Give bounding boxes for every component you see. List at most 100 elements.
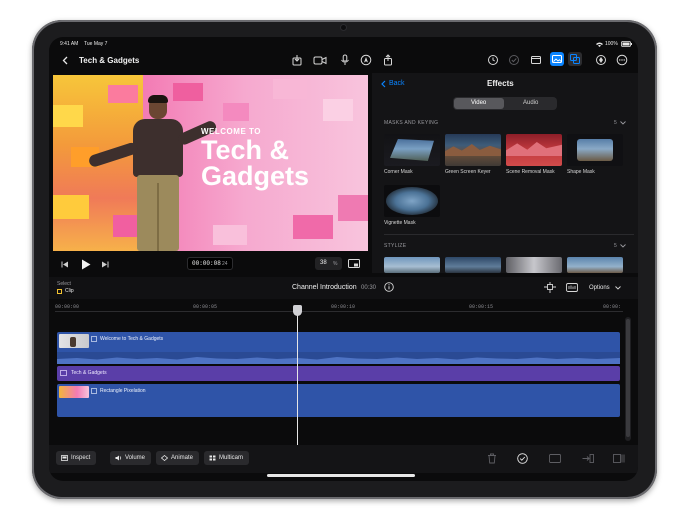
effect-clip-track[interactable]: Rectangle Pixelation [57, 384, 620, 417]
ruler-label: 00:00: [603, 304, 622, 310]
select-value[interactable]: Clip [65, 288, 74, 294]
clip-select-icon[interactable] [57, 289, 62, 294]
playhead[interactable] [297, 312, 298, 446]
section-chevron-icon[interactable] [620, 244, 626, 248]
zoom-control[interactable]: 38 % [315, 257, 342, 270]
inspect-icon [61, 455, 68, 461]
ruler-label: 00:00:05 [193, 304, 218, 310]
effects-browser: Back Effects Video Audio MASKS AND KEYIN… [372, 73, 638, 273]
effect-label-corner-mask: Corner Mask [384, 169, 413, 175]
animate-icon [161, 455, 168, 461]
clip-icon [91, 336, 97, 342]
video-clip-track[interactable]: Welcome to Tech & Gadgets [57, 332, 620, 364]
title-clip-track[interactable]: Tech & Gadgets [57, 366, 620, 381]
options-button[interactable]: Options [589, 285, 610, 291]
animate-label: Animate [171, 455, 194, 461]
effects-back-button[interactable]: Back [389, 80, 405, 87]
timecode-display: 00:00:08 24 [187, 257, 233, 270]
history-icon[interactable] [487, 54, 499, 66]
effects-browser-button[interactable] [568, 52, 582, 66]
audio-lanes-icon[interactable] [566, 282, 578, 293]
overlay-title-line2: Gadgets [201, 161, 310, 191]
import-icon[interactable] [291, 54, 303, 66]
effect-thumb-stylize-2[interactable] [445, 257, 501, 273]
play-icon[interactable] [81, 259, 91, 270]
status-date: Tue May 7 [84, 41, 108, 47]
microphone-icon[interactable] [339, 54, 351, 66]
effect-label-vignette-mask: Vignette Mask [384, 220, 416, 226]
battery-icon [621, 41, 632, 47]
multicam-icon [209, 455, 216, 461]
volume-button[interactable]: Volume [110, 451, 151, 465]
done-checkmark-icon[interactable] [517, 453, 528, 464]
trim-end-icon[interactable] [613, 454, 625, 463]
tab-audio[interactable]: Audio [523, 100, 538, 106]
select-label: Select [57, 281, 71, 287]
navigate-icon[interactable] [360, 54, 372, 66]
ruler-label: 00:00:10 [331, 304, 356, 310]
audio-waveform [57, 352, 620, 364]
skip-forward-icon[interactable] [101, 261, 109, 268]
effect-thumb-scene-removal-mask[interactable] [506, 134, 562, 166]
tab-video[interactable]: Video [471, 100, 486, 106]
title-clip-label: Tech & Gadgets [71, 370, 107, 376]
photos-browser-button[interactable] [550, 52, 564, 66]
section-count-stylize: 5 [614, 243, 617, 249]
share-icon[interactable] [382, 54, 394, 66]
effect-thumb-vignette-mask[interactable] [384, 185, 440, 217]
effect-thumb-stylize-4[interactable] [567, 257, 623, 273]
inspect-label: Inspect [71, 455, 91, 461]
volume-label: Volume [125, 455, 146, 461]
animate-button[interactable]: Animate [156, 451, 199, 465]
overlay-title-line1: Tech & [201, 135, 290, 165]
camera-icon[interactable] [313, 54, 327, 66]
effects-segmented-control: Video Audio [453, 97, 557, 110]
playhead-handle[interactable] [293, 305, 302, 316]
screen: 9:41 AM Tue May 7 100% Tech & Gadgets WE… [49, 37, 638, 481]
project-duration: 00:30 [361, 285, 377, 291]
section-title-stylize: STYLIZE [384, 243, 407, 249]
effect-thumb-shape-mask[interactable] [567, 134, 623, 166]
effects-title: Effects [487, 79, 514, 88]
section-count-masks: 5 [614, 120, 617, 126]
timecode-frame: 24 [222, 261, 228, 267]
effects-back-chevron-icon[interactable] [381, 80, 386, 88]
skip-back-icon[interactable] [61, 261, 69, 268]
battery-percent: 100% [605, 41, 618, 47]
options-chevron-icon[interactable] [615, 286, 621, 290]
effect-label-scene-removal-mask: Scene Removal Mask [506, 169, 555, 175]
section-chevron-icon[interactable] [620, 121, 626, 125]
effect-thumb-stylize-3[interactable] [506, 257, 562, 273]
more-icon[interactable] [616, 54, 628, 66]
clip-label: Welcome to Tech & Gadgets [100, 336, 164, 342]
section-title-masks: MASKS AND KEYING [384, 120, 439, 126]
wifi-icon [596, 42, 603, 47]
project-title: Tech & Gadgets [79, 56, 140, 65]
front-camera [341, 25, 346, 30]
effect-thumb-corner-mask[interactable] [384, 134, 440, 166]
timeline-ruler[interactable]: 00:00:00 00:00:05 00:00:10 00:00:15 00:0… [55, 301, 623, 313]
effect-thumb-green-screen-keyer[interactable] [445, 134, 501, 166]
effect-thumb-stylize-1[interactable] [384, 257, 440, 273]
presenter-body [133, 119, 183, 177]
home-indicator [267, 474, 415, 477]
zoom-unit: % [333, 261, 338, 267]
checkmark-circle-icon[interactable] [508, 54, 520, 66]
video-viewer[interactable]: WELCOME TO Tech & Gadgets [53, 75, 368, 251]
detach-audio-icon[interactable] [582, 454, 594, 463]
info-icon[interactable] [384, 282, 394, 292]
multicam-button[interactable]: Multicam [204, 451, 249, 465]
status-time: 9:41 AM [60, 41, 79, 47]
browser-icon[interactable] [530, 54, 542, 66]
inspector-icon[interactable] [595, 54, 607, 66]
clip-thumbnail [59, 334, 89, 348]
timeline-scrollbar[interactable] [625, 317, 631, 441]
viewer-options-icon[interactable] [348, 259, 360, 269]
inspect-button[interactable]: Inspect [56, 451, 96, 465]
timeline-header: Select Clip Channel Introduction 00:30 O… [49, 277, 638, 299]
trash-icon[interactable] [487, 453, 497, 464]
split-clip-icon[interactable] [549, 454, 561, 463]
snapping-icon[interactable] [544, 282, 556, 293]
back-chevron-icon[interactable] [62, 56, 68, 65]
effect-clip-label: Rectangle Pixelation [100, 388, 146, 394]
